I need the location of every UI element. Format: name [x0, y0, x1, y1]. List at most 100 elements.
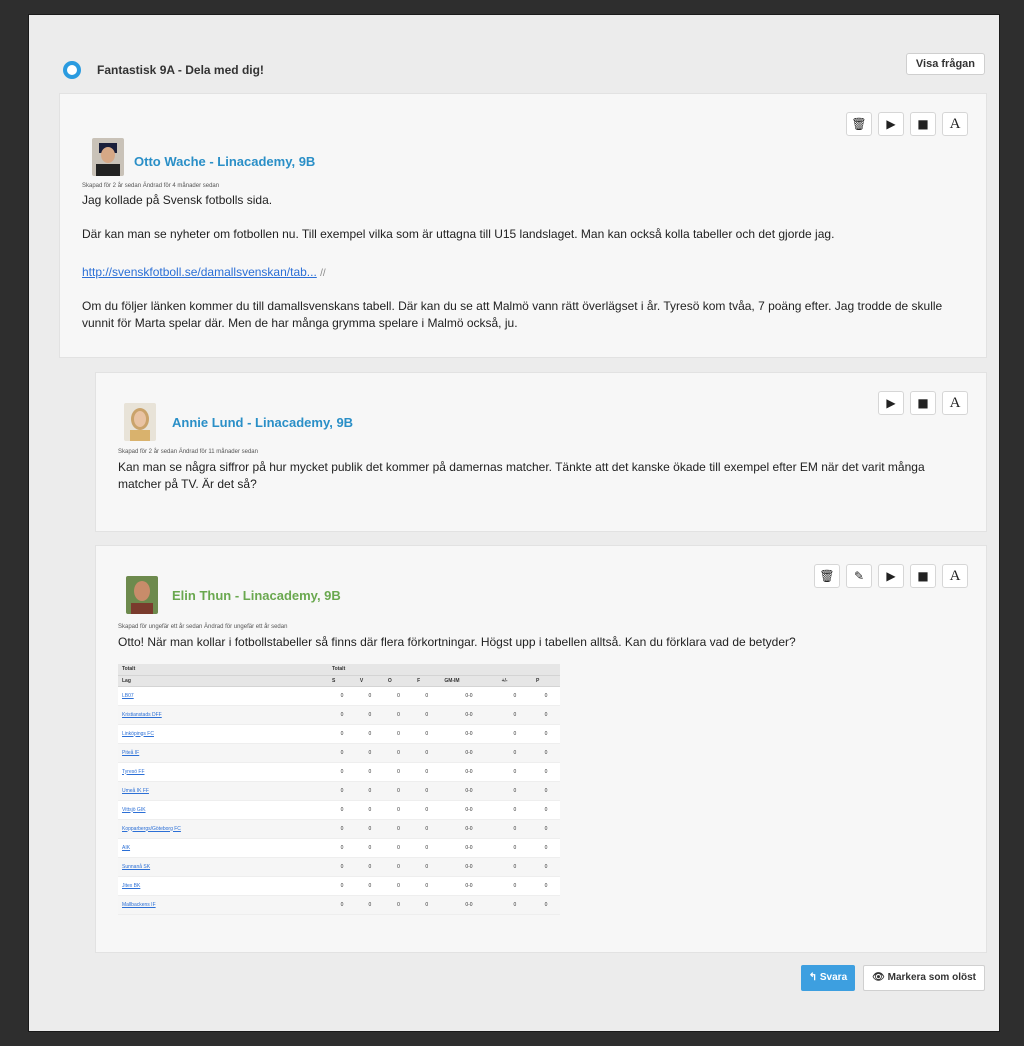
table-cell: 0 — [328, 743, 356, 763]
team-link[interactable]: Mallbackens IF — [122, 902, 156, 908]
team-link[interactable]: Kristianstads DFF — [122, 712, 162, 718]
play-icon[interactable]: ▶ — [878, 391, 904, 415]
table-column-header: F — [413, 675, 441, 687]
reply-button[interactable]: ↰ Svara — [800, 965, 856, 991]
text-size-icon[interactable]: A — [942, 391, 968, 415]
discussion-header: Fantastisk 9A - Dela med dig! Visa fråga… — [29, 15, 999, 97]
trash-icon[interactable]: 🗑 — [814, 564, 840, 588]
table-cell: 0 — [355, 762, 384, 782]
discussion-actions: ↰ Svara 👁 Markera som olöst — [800, 965, 985, 991]
table-cell: 0 — [497, 743, 533, 763]
text-size-icon[interactable]: A — [942, 564, 968, 588]
team-link[interactable]: Umeå IK FF — [122, 788, 149, 794]
table-row: Kopparbergs/Göteborg FC 0 0 0 0 0-0 0 0 — [118, 819, 560, 839]
table-cell: 0-0 — [440, 895, 498, 915]
table-cell: 0 — [328, 781, 356, 801]
post-text: Där kan man se nyheter om fotbollen nu. … — [82, 227, 835, 241]
table-cell: 0 — [532, 800, 560, 820]
table-cell: 0 — [413, 876, 441, 896]
table-cell: 0 — [497, 838, 533, 858]
team-cell[interactable]: Linköpings FC — [118, 724, 328, 744]
team-link[interactable]: Jitex BK — [122, 883, 140, 889]
table-cell: 0 — [497, 724, 533, 744]
table-cell: 0 — [497, 781, 533, 801]
discussion-status-icon — [63, 61, 81, 79]
table-row: AIK 0 0 0 0 0-0 0 0 — [118, 838, 560, 858]
team-link[interactable]: AIK — [122, 845, 130, 851]
table-column-header: Lag — [118, 675, 328, 687]
table-header-row: Lag S V O F GM-IM +/- P — [118, 675, 560, 687]
table-cell: 0 — [328, 686, 356, 706]
table-cell: 0 — [328, 895, 356, 915]
stop-icon[interactable]: ■ — [910, 391, 936, 415]
league-table: Totalt Totalt Lag S V O F GM-IM +/- P LB07 0 0 0 0 0… — [118, 664, 560, 915]
table-row: Kristianstads DFF 0 0 0 0 0-0 0 0 — [118, 705, 560, 725]
table-cell: 0 — [497, 800, 533, 820]
trash-icon[interactable]: 🗑 — [846, 112, 872, 136]
table-column-header: +/- — [497, 675, 533, 687]
avatar — [92, 138, 124, 176]
text-size-icon[interactable]: A — [942, 112, 968, 136]
team-cell[interactable]: LB07 — [118, 686, 328, 706]
post-author[interactable]: Elin Thun - Linacademy, 9B — [172, 588, 341, 603]
discussion-window: Fantastisk 9A - Dela med dig! Visa fråga… — [28, 14, 1000, 1032]
team-link[interactable]: Kopparbergs/Göteborg FC — [122, 826, 181, 832]
table-cell: 0 — [413, 705, 441, 725]
table-cell: 0 — [413, 686, 441, 706]
post-otto: 🗑 ▶ ■ A Otto Wache - Linacademy, 9B Skap… — [59, 93, 987, 358]
table-cell: 0 — [383, 895, 414, 915]
table-cell: 0-0 — [440, 876, 498, 896]
team-cell[interactable]: Piteå IF — [118, 743, 328, 763]
team-link[interactable]: Sunnanå SK — [122, 864, 150, 870]
play-icon[interactable]: ▶ — [878, 564, 904, 588]
team-cell[interactable]: AIK — [118, 838, 328, 858]
team-cell[interactable]: Umeå IK FF — [118, 781, 328, 801]
post-link-line: http://svenskfotboll.se/damallsvenskan/t… — [82, 264, 326, 282]
team-cell[interactable]: Mallbackens IF — [118, 895, 328, 915]
table-cell: 0 — [532, 705, 560, 725]
table-cell: 0 — [497, 686, 533, 706]
team-cell[interactable]: Jitex BK — [118, 876, 328, 896]
table-cell: 0 — [328, 819, 356, 839]
team-link[interactable]: Piteå IF — [122, 750, 139, 756]
table-caption-row: Totalt Totalt — [118, 664, 560, 676]
table-cell: 0 — [328, 705, 356, 725]
pencil-icon[interactable]: ✎ — [846, 564, 872, 588]
team-link[interactable]: Vittsjö GIK — [122, 807, 146, 813]
post-author[interactable]: Otto Wache - Linacademy, 9B — [134, 154, 315, 169]
team-link[interactable]: Tyresö FF — [122, 769, 145, 775]
team-cell[interactable]: Kristianstads DFF — [118, 705, 328, 725]
post-meta: Skapad för 2 år sedan Ändrad för 4 månad… — [82, 183, 220, 189]
table-cell: 0 — [383, 819, 414, 839]
team-link[interactable]: LB07 — [122, 693, 134, 699]
table-cell: 0 — [532, 876, 560, 896]
show-question-button[interactable]: Visa frågan — [905, 53, 985, 75]
stop-icon[interactable]: ■ — [910, 112, 936, 136]
stop-icon[interactable]: ■ — [910, 564, 936, 588]
table-cell: 0 — [328, 838, 356, 858]
team-cell[interactable]: Tyresö FF — [118, 762, 328, 782]
table-cell: 0 — [355, 781, 384, 801]
table-cell: 0 — [328, 876, 356, 896]
post-author[interactable]: Annie Lund - Linacademy, 9B — [172, 415, 353, 430]
post-link[interactable]: http://svenskfotboll.se/damallsvenskan/t… — [82, 265, 317, 279]
post-elin: 🗑 ✎ ▶ ■ A Elin Thun - Linacademy, 9B Ska… — [95, 545, 987, 953]
avatar — [126, 576, 158, 614]
table-cell: 0 — [383, 781, 414, 801]
table-row: Umeå IK FF 0 0 0 0 0-0 0 0 — [118, 781, 560, 801]
team-link[interactable]: Linköpings FC — [122, 731, 154, 737]
table-cell: 0 — [355, 800, 384, 820]
table-row: Jitex BK 0 0 0 0 0-0 0 0 — [118, 876, 560, 896]
table-cell: 0 — [413, 895, 441, 915]
table-cell: 0-0 — [440, 724, 498, 744]
mark-unresolved-button[interactable]: 👁 Markera som olöst — [863, 965, 985, 991]
table-cell: 0 — [383, 876, 414, 896]
team-cell[interactable]: Kopparbergs/Göteborg FC — [118, 819, 328, 839]
table-row: LB07 0 0 0 0 0-0 0 0 — [118, 686, 560, 706]
team-cell[interactable]: Vittsjö GIK — [118, 800, 328, 820]
table-cell: 0-0 — [440, 838, 498, 858]
reply-button-label: Svara — [819, 972, 848, 983]
team-cell[interactable]: Sunnanå SK — [118, 857, 328, 877]
play-icon[interactable]: ▶ — [878, 112, 904, 136]
post-text: Otto! När man kollar i fotbollstabeller … — [118, 635, 796, 649]
